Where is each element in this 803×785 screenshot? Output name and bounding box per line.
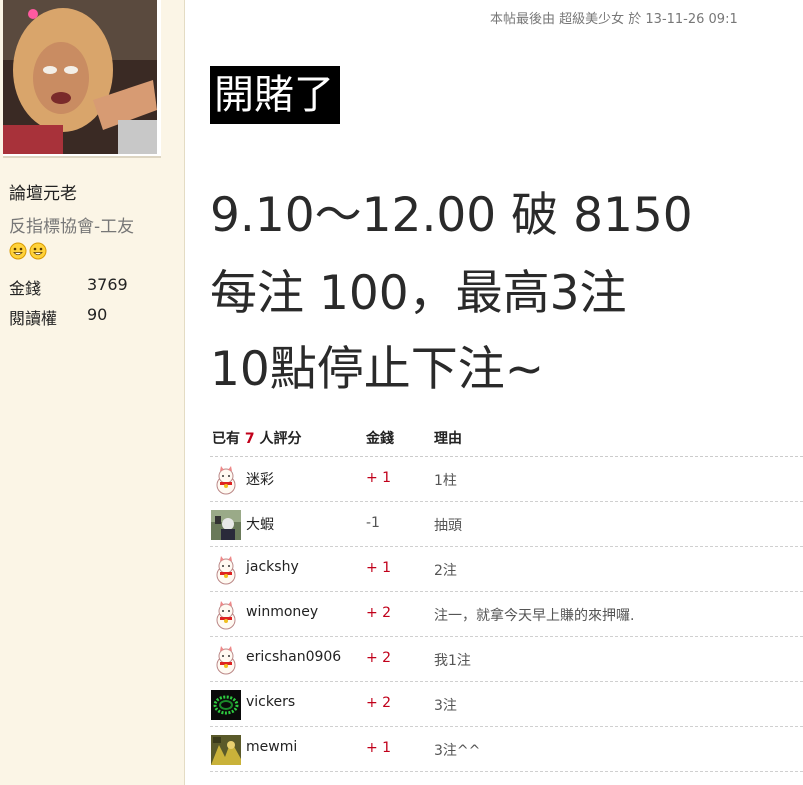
rater-name[interactable]: 迷彩 xyxy=(246,469,274,489)
rater-name[interactable]: mewmi xyxy=(246,739,297,755)
rater-name[interactable]: jackshy xyxy=(246,559,299,575)
ratings-count-label[interactable]: 已有 7 人評分 xyxy=(212,428,302,448)
column-reason: 理由 xyxy=(434,431,462,447)
rating-row: 迷彩 + 1 1柱 xyxy=(210,457,803,502)
post-line: 10點停止下注~ xyxy=(210,342,545,397)
rating-score: + 2 xyxy=(366,695,392,711)
post-line: 每注 100，最高3注 xyxy=(210,266,627,321)
edit-meta: 本帖最後由 超級美少女 於 13-11-26 09:1 xyxy=(490,12,738,27)
rater-name[interactable]: ericshan0906 xyxy=(246,649,341,665)
green-ring-icon xyxy=(211,690,241,720)
rating-reason: 我1注 xyxy=(434,653,471,669)
post-line: 9.10～12.00 破 8150 xyxy=(210,188,693,243)
rating-row: winmoney + 2 注一，就拿今天早上賺的來押囉. xyxy=(210,592,803,637)
avatar-image xyxy=(3,0,157,154)
stat-label: 金錢 xyxy=(9,279,42,298)
rating-score: + 1 xyxy=(366,470,392,486)
medals xyxy=(9,242,47,260)
rating-row: vickers + 2 3注 xyxy=(210,682,803,727)
rating-reason: 注一，就拿今天早上賺的來押囉. xyxy=(434,608,635,624)
rating-score: + 1 xyxy=(366,560,392,576)
user-photo-icon xyxy=(211,510,241,540)
ratings-table: 已有 7 人評分 金錢 理由 迷彩 + 1 1柱 大蝦 -1 抽頭 jacksh… xyxy=(210,420,803,772)
user-sidebar: 論壇元老 反指標協會-工友 金錢 3769 閱讀權 90 xyxy=(0,0,185,785)
column-money: 金錢 xyxy=(366,431,394,447)
rating-row: mewmi + 1 3注^^ xyxy=(210,727,803,772)
ratings-count: 7 xyxy=(244,431,255,447)
rating-reason: 2注 xyxy=(434,563,457,579)
lucky-cat-icon xyxy=(211,465,241,495)
stat-label: 閱讀權 xyxy=(9,309,58,328)
rating-row: jackshy + 1 2注 xyxy=(210,547,803,592)
rating-reason: 抽頭 xyxy=(434,518,462,534)
avatar[interactable] xyxy=(3,0,161,158)
rating-reason: 3注 xyxy=(434,698,457,714)
stat-value: 90 xyxy=(87,305,108,324)
rating-reason: 3注^^ xyxy=(434,743,481,759)
rating-score: + 2 xyxy=(366,650,392,666)
ratings-header: 已有 7 人評分 金錢 理由 xyxy=(210,420,803,457)
rater-name[interactable]: vickers xyxy=(246,694,295,710)
rating-score: + 2 xyxy=(366,605,392,621)
lucky-cat-icon xyxy=(211,645,241,675)
smiley-icon xyxy=(9,242,27,260)
lucky-cat-icon xyxy=(211,555,241,585)
rater-name[interactable]: winmoney xyxy=(246,604,318,620)
stat-money: 金錢 3769 xyxy=(9,275,128,299)
post-title: 開賭了 xyxy=(210,66,340,124)
smiley-icon xyxy=(29,242,47,260)
rating-row: 大蝦 -1 抽頭 xyxy=(210,502,803,547)
user-rank: 論壇元老 xyxy=(9,184,77,204)
lucky-cat-icon xyxy=(211,600,241,630)
rating-reason: 1柱 xyxy=(434,473,457,489)
rating-score: -1 xyxy=(366,515,380,531)
stat-value: 3769 xyxy=(87,275,128,294)
rater-name[interactable]: 大蝦 xyxy=(246,514,274,534)
user-group[interactable]: 反指標協會-工友 xyxy=(9,212,134,237)
stat-read-permission: 閱讀權 90 xyxy=(9,305,107,329)
rating-score: + 1 xyxy=(366,740,392,756)
rating-row: ericshan0906 + 2 我1注 xyxy=(210,637,803,682)
user-photo-icon xyxy=(211,735,241,765)
